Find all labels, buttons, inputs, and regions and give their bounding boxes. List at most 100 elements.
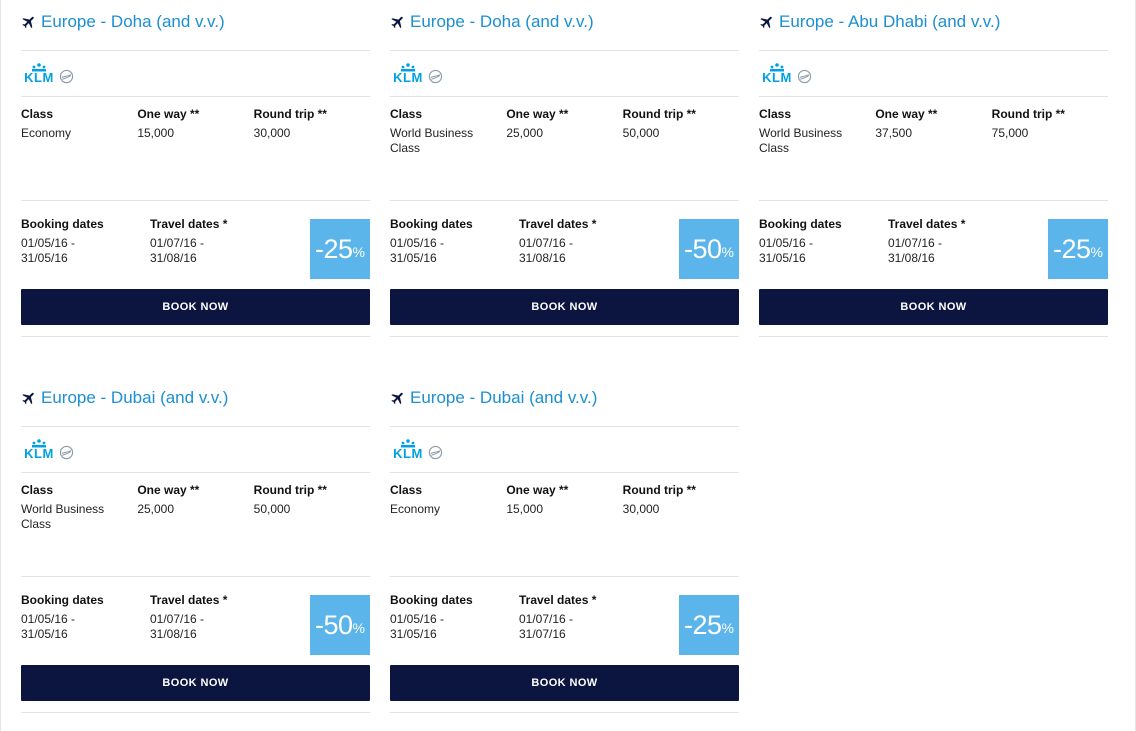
booking-date-from: 01/05/16 - <box>21 236 76 250</box>
class-label: Class <box>759 107 792 121</box>
route-title[interactable]: Europe - Doha (and v.v.) <box>410 12 594 32</box>
travel-date-to: 31/08/16 <box>888 251 935 265</box>
fare-row: Class World Business Class One way ** 25,0… <box>390 97 739 201</box>
round-trip-label: Round trip ** <box>991 107 1065 121</box>
klm-logo: KLM <box>390 63 443 84</box>
round-trip-value: 50,000 <box>253 502 291 516</box>
plane-icon <box>22 16 34 29</box>
klm-logo-text: KLM <box>24 446 54 461</box>
plane-icon <box>22 392 34 405</box>
booking-date-to: 31/05/16 <box>390 251 437 265</box>
card-divider <box>759 325 1108 337</box>
travel-date-from: 01/07/16 - <box>519 236 574 250</box>
booking-dates-label: Booking dates <box>759 217 842 231</box>
route-title[interactable]: Europe - Dubai (and v.v.) <box>41 388 228 408</box>
discount-badge: -50% <box>679 219 739 279</box>
round-trip-value: 50,000 <box>622 126 660 140</box>
discount-value: -50 <box>315 609 353 640</box>
one-way-label: One way ** <box>506 483 569 497</box>
book-now-button[interactable]: BOOK NOW <box>21 665 370 701</box>
travel-date-to: 31/08/16 <box>519 251 566 265</box>
travel-date-from: 01/07/16 - <box>888 236 943 250</box>
card-header: Europe - Dubai (and v.v.) <box>21 376 370 427</box>
discount-unit: % <box>352 620 365 636</box>
klm-logo: KLM <box>21 439 74 460</box>
skyteam-icon <box>428 69 443 84</box>
round-trip-label: Round trip ** <box>622 107 696 121</box>
discount-value: -50 <box>684 233 722 264</box>
book-now-button[interactable]: BOOK NOW <box>759 289 1108 325</box>
travel-date-to: 31/07/16 <box>519 627 566 641</box>
travel-date-from: 01/07/16 - <box>150 612 205 626</box>
booking-dates-label: Booking dates <box>390 593 473 607</box>
klm-logo: KLM <box>390 439 443 460</box>
dates-row: Booking dates 01/05/16 -31/05/16 Travel d… <box>390 577 739 665</box>
discount-unit: % <box>1090 244 1103 260</box>
travel-dates-label: Travel dates * <box>519 593 597 607</box>
route-title[interactable]: Europe - Abu Dhabi (and v.v.) <box>779 12 1000 32</box>
skyteam-icon <box>428 445 443 460</box>
fare-row: Class World Business Class One way ** 37,5… <box>759 97 1108 201</box>
class-value: Economy <box>21 126 72 140</box>
travel-date-to: 31/08/16 <box>150 627 197 641</box>
card-divider <box>21 325 370 337</box>
discount-value: -25 <box>1053 233 1091 264</box>
discount-unit: % <box>352 244 365 260</box>
offer-card: Europe - Doha (and v.v.) KLM Class World … <box>390 0 739 337</box>
fare-row: Class World Business Class One way ** 25,0… <box>21 473 370 577</box>
fare-row: Class Economy One way ** 15,000 Round trip… <box>21 97 370 201</box>
card-divider <box>21 701 370 713</box>
klm-logo-text: KLM <box>393 70 423 85</box>
book-now-button[interactable]: BOOK NOW <box>390 665 739 701</box>
booking-date-from: 01/05/16 - <box>390 612 445 626</box>
round-trip-label: Round trip ** <box>253 107 327 121</box>
book-now-button[interactable]: BOOK NOW <box>21 289 370 325</box>
plane-icon <box>391 392 403 405</box>
class-value: World Business Class <box>759 126 843 155</box>
airline-logo-row: KLM <box>390 427 739 473</box>
booking-date-to: 31/05/16 <box>390 627 437 641</box>
skyteam-icon <box>59 445 74 460</box>
offer-card: Europe - Dubai (and v.v.) KLM Class Econo… <box>390 376 739 713</box>
class-value: World Business Class <box>21 502 105 531</box>
travel-dates-label: Travel dates * <box>150 593 228 607</box>
klm-logo: KLM <box>21 63 74 84</box>
travel-dates-label: Travel dates * <box>519 217 597 231</box>
one-way-label: One way ** <box>137 483 200 497</box>
card-header: Europe - Doha (and v.v.) <box>390 0 739 51</box>
travel-date-from: 01/07/16 - <box>519 612 574 626</box>
klm-logo: KLM <box>759 63 812 84</box>
route-title[interactable]: Europe - Dubai (and v.v.) <box>410 388 597 408</box>
discount-badge: -25% <box>679 595 739 655</box>
offers-page: Europe - Doha (and v.v.) KLM Class Econom… <box>0 0 1136 731</box>
dates-row: Booking dates 01/05/16 -31/05/16 Travel d… <box>21 201 370 289</box>
dates-row: Booking dates 01/05/16 -31/05/16 Travel d… <box>759 201 1108 289</box>
plane-icon <box>391 16 403 29</box>
one-way-value: 15,000 <box>506 502 544 516</box>
skyteam-icon <box>59 69 74 84</box>
booking-date-to: 31/05/16 <box>21 627 68 641</box>
route-title[interactable]: Europe - Doha (and v.v.) <box>41 12 225 32</box>
card-header: Europe - Dubai (and v.v.) <box>390 376 739 427</box>
travel-dates-label: Travel dates * <box>888 217 966 231</box>
round-trip-value: 75,000 <box>991 126 1029 140</box>
card-header: Europe - Doha (and v.v.) <box>21 0 370 51</box>
discount-value: -25 <box>315 233 353 264</box>
airline-logo-row: KLM <box>390 51 739 97</box>
dates-row: Booking dates 01/05/16 -31/05/16 Travel d… <box>21 577 370 665</box>
discount-unit: % <box>721 620 734 636</box>
booking-dates-label: Booking dates <box>21 593 104 607</box>
booking-date-to: 31/05/16 <box>21 251 68 265</box>
discount-badge: -25% <box>310 219 370 279</box>
klm-logo-text: KLM <box>762 70 792 85</box>
one-way-value: 15,000 <box>137 126 175 140</box>
airline-logo-row: KLM <box>759 51 1108 97</box>
round-trip-label: Round trip ** <box>253 483 327 497</box>
book-now-button[interactable]: BOOK NOW <box>390 289 739 325</box>
skyteam-icon <box>797 69 812 84</box>
card-divider <box>390 701 739 713</box>
airline-logo-row: KLM <box>21 427 370 473</box>
offer-card: Europe - Doha (and v.v.) KLM Class Econom… <box>21 0 370 337</box>
round-trip-value: 30,000 <box>253 126 291 140</box>
one-way-value: 37,500 <box>875 126 913 140</box>
